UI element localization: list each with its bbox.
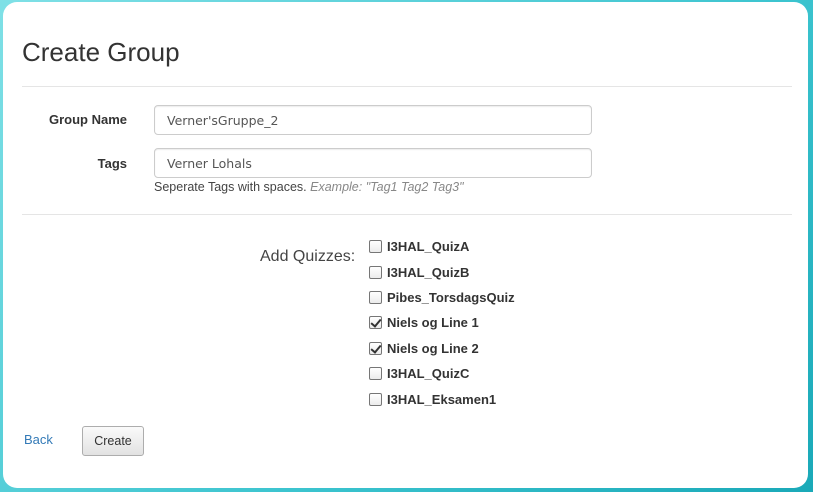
add-quizzes-label: Add Quizzes: xyxy=(260,248,356,265)
group-name-label: Group Name xyxy=(48,112,127,127)
quiz-checkbox[interactable] xyxy=(369,265,382,279)
quiz-item[interactable]: I3HAL_Eksamen1 xyxy=(369,386,515,411)
quiz-name-label: I3HAL_Eksamen1 xyxy=(387,391,497,407)
quiz-item[interactable]: Niels og Line 1 xyxy=(369,310,515,335)
quiz-checkbox[interactable] xyxy=(369,316,382,330)
back-link[interactable]: Back xyxy=(24,432,53,447)
divider xyxy=(22,86,792,87)
quiz-checkbox-list: I3HAL_QuizA I3HAL_QuizB Pibes_TorsdagsQuiz… xyxy=(369,234,515,412)
quiz-checkbox[interactable] xyxy=(369,240,382,254)
create-button[interactable]: Create xyxy=(82,426,144,456)
group-name-input[interactable] xyxy=(154,105,592,135)
divider xyxy=(22,214,792,215)
page-title: Create Group xyxy=(22,37,180,67)
tags-help-text: Seperate Tags with spaces. Example: "Tag… xyxy=(154,180,464,194)
tags-label: Tags xyxy=(97,156,127,171)
tags-help-example: Example: "Tag1 Tag2 Tag3" xyxy=(310,180,464,194)
quiz-item[interactable]: I3HAL_QuizC xyxy=(369,361,515,386)
create-group-panel: Create Group Group Name Tags Seperate Ta… xyxy=(3,2,808,488)
quiz-item[interactable]: Niels og Line 2 xyxy=(369,336,515,361)
quiz-name-label: I3HAL_QuizB xyxy=(387,264,470,280)
quiz-checkbox[interactable] xyxy=(369,367,382,381)
quiz-checkbox[interactable] xyxy=(369,392,382,406)
quiz-checkbox[interactable] xyxy=(369,290,382,304)
quiz-name-label: I3HAL_QuizA xyxy=(387,239,470,255)
tags-input[interactable] xyxy=(154,148,592,178)
quiz-item[interactable]: I3HAL_QuizA xyxy=(369,234,515,259)
quiz-item[interactable]: Pibes_TorsdagsQuiz xyxy=(369,285,515,310)
quiz-name-label: Pibes_TorsdagsQuiz xyxy=(387,289,515,305)
quiz-item[interactable]: I3HAL_QuizB xyxy=(369,259,515,284)
quiz-name-label: I3HAL_QuizC xyxy=(387,366,470,382)
tags-help-instruction: Seperate Tags with spaces. xyxy=(154,180,307,194)
quiz-name-label: Niels og Line 2 xyxy=(387,340,479,356)
quiz-checkbox[interactable] xyxy=(369,341,382,355)
quiz-name-label: Niels og Line 1 xyxy=(387,315,479,331)
